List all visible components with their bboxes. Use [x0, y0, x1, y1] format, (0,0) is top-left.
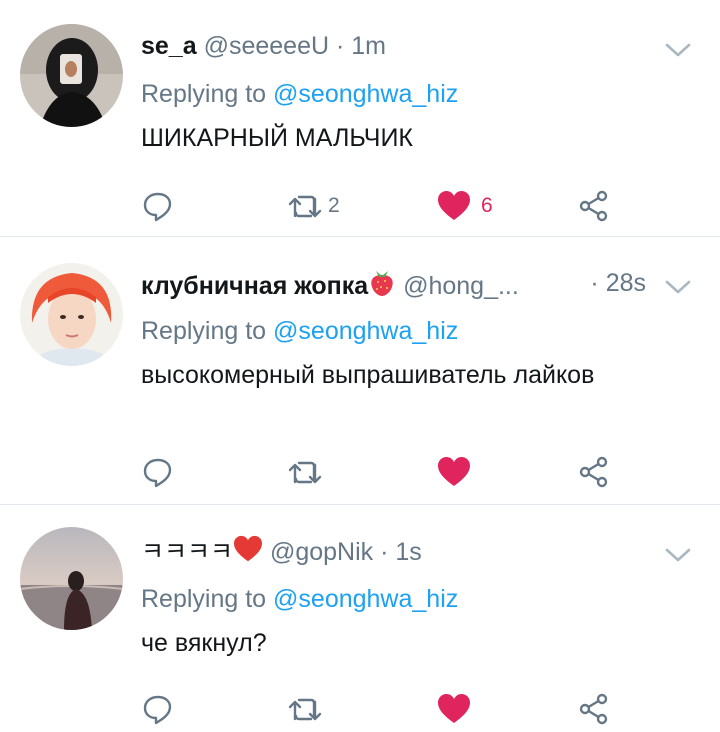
- user-handle[interactable]: @seeeeeU: [204, 32, 329, 60]
- tweet-actions: [141, 689, 641, 729]
- mention-link[interactable]: @seonghwa_hiz: [273, 80, 458, 108]
- red-heart-emoji-icon: [234, 535, 263, 562]
- tweet-actions: [141, 452, 641, 492]
- retweet-icon: [288, 461, 322, 484]
- reply-icon: [143, 192, 172, 222]
- like-button[interactable]: [437, 452, 481, 492]
- reply-icon: [143, 695, 172, 725]
- mention-link[interactable]: @seonghwa_hiz: [273, 317, 458, 345]
- avatar[interactable]: [20, 24, 123, 127]
- heart-icon: [438, 457, 470, 486]
- separator: ·: [373, 538, 396, 566]
- tweet-text: ШИКАРНЫЙ МАЛЬЧИК: [141, 124, 413, 152]
- separator: ·: [590, 269, 606, 297]
- avatar[interactable]: [20, 263, 123, 366]
- share-button[interactable]: [577, 452, 611, 492]
- like-count: 6: [481, 194, 493, 217]
- replying-to: Replying to @seonghwa_hiz: [141, 583, 458, 615]
- retweet-button[interactable]: [286, 689, 328, 729]
- heart-icon: [438, 191, 470, 220]
- timestamp[interactable]: 28s: [606, 269, 646, 297]
- display-name[interactable]: клубничная жопка: [141, 272, 368, 300]
- retweet-button[interactable]: 2: [286, 186, 340, 226]
- reply-button[interactable]: [141, 186, 175, 226]
- tweet-actions: 2 6: [141, 186, 641, 226]
- share-button[interactable]: [577, 186, 611, 226]
- share-icon: [579, 190, 608, 222]
- retweet-count: 2: [328, 194, 340, 217]
- separator: ·: [329, 32, 352, 60]
- avatar[interactable]: [20, 527, 123, 630]
- tweet[interactable]: клубничная жопка @hong_... · 28s Replyin…: [0, 237, 720, 505]
- timestamp-wrap: · 28s: [590, 267, 646, 299]
- tweet-text: высокомерный выпрашиватель лайков: [141, 361, 595, 389]
- heart-icon: [438, 694, 470, 723]
- tweet-text: че вякнул?: [141, 629, 267, 657]
- retweet-icon: [288, 195, 322, 218]
- share-icon: [579, 456, 608, 488]
- retweet-icon: [288, 698, 322, 721]
- display-name[interactable]: ㅋㅋㅋㅋ: [141, 538, 233, 566]
- share-icon: [579, 693, 608, 725]
- retweet-button[interactable]: [286, 452, 328, 492]
- replying-to-label: Replying to: [141, 80, 274, 108]
- chevron-down-icon[interactable]: [664, 277, 692, 297]
- like-button[interactable]: [437, 689, 481, 729]
- tweet[interactable]: ㅋㅋㅋㅋ @gopNik · 1s Replying to @seonghwa_…: [0, 505, 720, 732]
- share-button[interactable]: [577, 689, 611, 729]
- replying-to: Replying to @seonghwa_hiz: [141, 78, 458, 110]
- user-handle[interactable]: @hong_...: [403, 272, 519, 300]
- tweet-header: клубничная жопка @hong_...: [141, 267, 661, 302]
- timestamp[interactable]: 1m: [351, 32, 386, 60]
- replying-to: Replying to @seonghwa_hiz: [141, 315, 458, 347]
- chevron-down-icon[interactable]: [664, 545, 692, 565]
- chevron-down-icon[interactable]: [664, 40, 692, 60]
- user-handle[interactable]: @gopNik: [270, 538, 373, 566]
- like-button[interactable]: 6: [437, 186, 493, 226]
- strawberry-emoji-icon: [371, 271, 393, 296]
- tweet-header: se_a @seeeeeU · 1m: [141, 30, 661, 62]
- mention-link[interactable]: @seonghwa_hiz: [273, 585, 458, 613]
- reply-button[interactable]: [141, 452, 175, 492]
- timestamp[interactable]: 1s: [395, 538, 421, 566]
- replying-to-label: Replying to: [141, 585, 274, 613]
- tweet-header: ㅋㅋㅋㅋ @gopNik · 1s: [141, 535, 661, 568]
- replying-to-label: Replying to: [141, 317, 274, 345]
- tweet[interactable]: se_a @seeeeeU · 1m Replying to @seonghwa…: [0, 0, 720, 237]
- display-name[interactable]: se_a: [141, 32, 197, 60]
- reply-button[interactable]: [141, 689, 175, 729]
- reply-icon: [143, 458, 172, 488]
